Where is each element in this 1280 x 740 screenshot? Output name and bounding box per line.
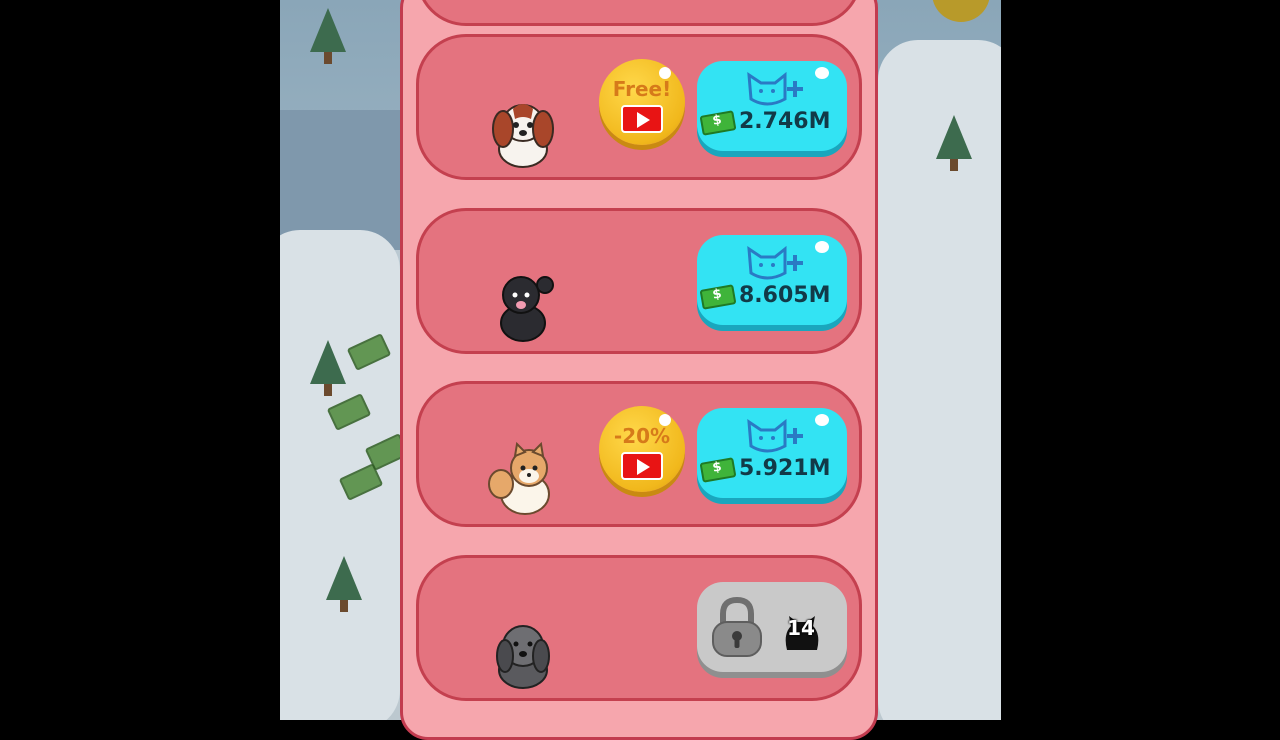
- pomeranian-dog-icon: [488, 441, 550, 515]
- add-dog-icon: [747, 418, 803, 453]
- ad-offer-label: -20%: [613, 424, 671, 448]
- cash-icon: [699, 457, 737, 483]
- video-ad-icon: [621, 452, 663, 480]
- shop-item-card: 14: [416, 555, 862, 701]
- cash-icon: [699, 284, 737, 310]
- cliff-left: [280, 110, 400, 250]
- snow-bank-left: [280, 230, 400, 720]
- dog-price: 5.921M: [739, 456, 831, 481]
- unlock-level: 14: [787, 616, 815, 640]
- video-ad-icon: [621, 105, 663, 133]
- shop-item-card-partial: [416, 0, 862, 26]
- buy-dog-button[interactable]: 8.605M: [697, 235, 847, 325]
- button-shine: [815, 67, 829, 79]
- locked-dog-button[interactable]: 14: [697, 582, 847, 672]
- buy-dog-button[interactable]: 2.746M: [697, 61, 847, 151]
- free-ad-button[interactable]: Free!: [599, 59, 685, 145]
- ad-offer-label: Free!: [612, 77, 672, 101]
- cash-icon: [699, 110, 737, 136]
- shop-item-card: Free! 2.746M: [416, 34, 862, 180]
- shih-tzu-dog-icon: [496, 625, 550, 689]
- dog-price: 8.605M: [739, 283, 831, 308]
- cavalier-dog-icon: [492, 104, 554, 168]
- discount-ad-button[interactable]: -20%: [599, 406, 685, 492]
- tree-icon: [326, 556, 362, 612]
- add-dog-icon: [747, 245, 803, 280]
- button-shine: [815, 241, 829, 253]
- shop-item-card: -20% 5.921M: [416, 381, 862, 527]
- dog-price: 2.746M: [739, 109, 831, 134]
- add-dog-icon: [747, 71, 803, 106]
- black-poodle-icon: [500, 276, 554, 342]
- tree-icon: [936, 115, 972, 171]
- button-shine: [815, 414, 829, 426]
- tree-icon: [310, 8, 346, 64]
- tree-icon: [310, 340, 346, 396]
- buy-dog-button[interactable]: 5.921M: [697, 408, 847, 498]
- coin-corner-icon: [932, 0, 990, 22]
- shop-item-card: 8.605M: [416, 208, 862, 354]
- padlock-icon: [712, 596, 762, 657]
